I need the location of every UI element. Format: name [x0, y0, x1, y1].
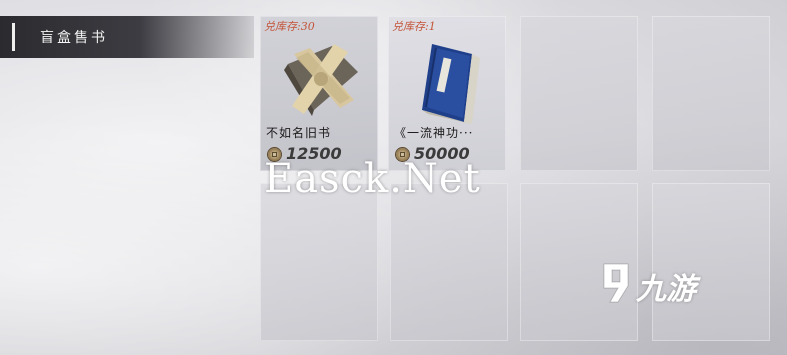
- stock-label: 兑库存:30: [264, 20, 315, 33]
- empty-slot[interactable]: [520, 16, 638, 171]
- section-header: 盲盒售书: [0, 16, 254, 58]
- empty-slot[interactable]: [390, 183, 508, 341]
- item-name: 不如名旧书: [266, 126, 332, 140]
- blue-book-icon: [422, 44, 480, 124]
- empty-slot[interactable]: [260, 183, 378, 341]
- header-marker: [12, 23, 15, 51]
- logo-text: 九游: [636, 272, 696, 307]
- item-name: 《一流神功···: [394, 126, 474, 140]
- stock-label: 兑库存:1: [392, 20, 436, 33]
- logo-nine-icon: [603, 263, 629, 303]
- watermark-text: Easck.Net: [264, 156, 481, 202]
- section-title: 盲盒售书: [40, 30, 108, 46]
- shop-item-slot-1[interactable]: 兑库存:30 不如名旧书 12500: [260, 16, 378, 171]
- wrapped-book-bundle-icon: [284, 44, 358, 116]
- empty-slot[interactable]: [652, 16, 770, 171]
- site-logo: 九游: [596, 254, 756, 318]
- shop-item-slot-2[interactable]: 兑库存:1 《一流神功··· 50000: [388, 16, 506, 171]
